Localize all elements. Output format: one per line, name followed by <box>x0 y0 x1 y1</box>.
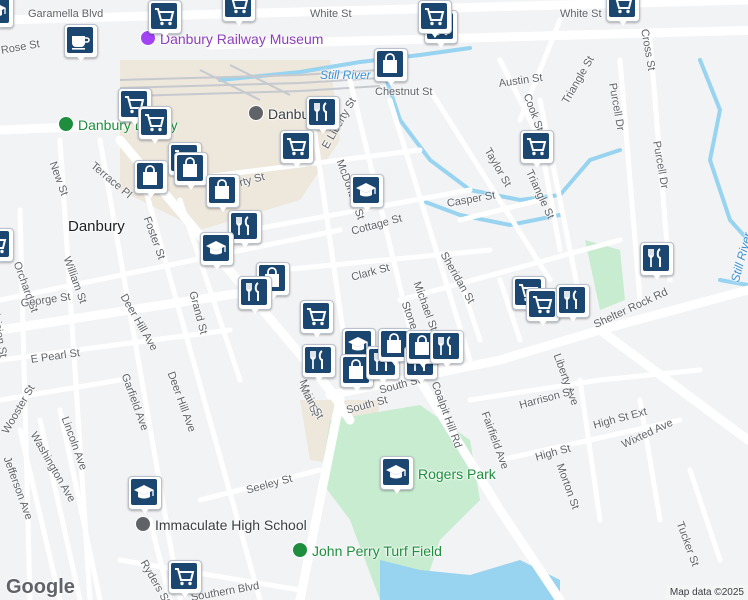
map-marker-school[interactable] <box>380 456 414 496</box>
map-marker-shop[interactable] <box>174 152 208 192</box>
map-marker-store[interactable] <box>520 130 554 170</box>
cart-icon <box>231 0 249 14</box>
map-marker-store[interactable] <box>300 300 334 340</box>
bag-icon <box>143 165 157 185</box>
place-name: John Perry Turf Field <box>312 543 442 559</box>
utensils-icon <box>310 350 323 369</box>
school-icon <box>206 241 226 255</box>
map-marker-shop[interactable] <box>206 174 240 214</box>
cart-icon <box>175 568 195 586</box>
cart-icon <box>527 138 547 156</box>
map-marker-school[interactable] <box>350 174 384 214</box>
place-label[interactable]: Danbury <box>68 218 125 235</box>
utensils-icon <box>236 216 249 235</box>
map-marker-store[interactable] <box>606 0 640 28</box>
map-marker-store[interactable] <box>0 228 14 268</box>
cart-icon <box>533 296 553 314</box>
cart-icon <box>155 8 175 26</box>
school-icon <box>386 465 406 479</box>
place-name: Danbury <box>68 218 125 235</box>
map-marker-restaurant[interactable] <box>430 330 464 370</box>
place-name: Still River <box>320 68 371 82</box>
street-label: White St <box>560 8 602 20</box>
map-marker-store[interactable] <box>222 0 256 28</box>
cart-icon <box>307 308 327 326</box>
train-icon <box>248 105 264 121</box>
utensils-icon <box>246 282 259 301</box>
map-marker-shop[interactable] <box>134 160 168 200</box>
school-icon <box>134 485 154 499</box>
map-marker-school[interactable] <box>128 476 162 516</box>
place-name: Immaculate High School <box>155 517 307 533</box>
sport-icon <box>292 542 308 558</box>
tree-icon <box>58 116 74 132</box>
coffee-icon <box>72 36 90 50</box>
school-icon <box>356 183 376 197</box>
cart-icon <box>145 114 165 132</box>
place-label[interactable]: John Perry Turf Field <box>292 542 442 559</box>
map-marker-shop[interactable] <box>374 48 408 88</box>
map-marker-store[interactable] <box>280 130 314 170</box>
place-label[interactable]: Immaculate High School <box>135 516 307 533</box>
utensils-icon <box>648 248 661 267</box>
map-marker-store[interactable] <box>148 0 182 40</box>
utensils-icon <box>314 102 327 121</box>
cart-icon <box>615 0 633 14</box>
school-icon <box>135 516 151 532</box>
google-logo: Google <box>6 576 75 598</box>
map-attribution: Map data ©2025 <box>665 585 748 600</box>
map-marker-restaurant[interactable] <box>238 276 272 316</box>
map-canvas[interactable]: Garamella Blvd White St White St Chestnut S… <box>0 0 748 600</box>
map-marker-store[interactable] <box>418 0 452 40</box>
map-marker-school[interactable] <box>0 0 14 34</box>
map-marker-store[interactable] <box>526 288 560 328</box>
bag-icon <box>183 157 197 177</box>
place-name: Rogers Park <box>418 466 496 482</box>
utensils-icon <box>564 290 577 309</box>
map-marker-restaurant[interactable] <box>640 242 674 282</box>
map-marker-restaurant[interactable] <box>302 344 336 384</box>
place-name: Danbury Railway Museum <box>160 31 324 47</box>
street-label: White St <box>310 8 352 20</box>
cart-icon <box>0 239 7 254</box>
map-marker-cafe[interactable] <box>64 24 98 64</box>
cart-icon <box>287 138 307 156</box>
bag-icon <box>383 53 397 73</box>
cart-icon <box>425 8 445 26</box>
map-marker-restaurant[interactable] <box>556 284 590 324</box>
map-marker-store[interactable] <box>168 560 202 600</box>
school-icon <box>0 5 6 16</box>
bag-icon <box>215 179 229 199</box>
map-marker-school[interactable] <box>200 232 234 272</box>
utensils-icon <box>438 336 451 355</box>
map-marker-store[interactable] <box>138 106 172 146</box>
street-label: Garamella Blvd <box>28 8 104 20</box>
place-label[interactable]: Still River <box>320 68 371 82</box>
